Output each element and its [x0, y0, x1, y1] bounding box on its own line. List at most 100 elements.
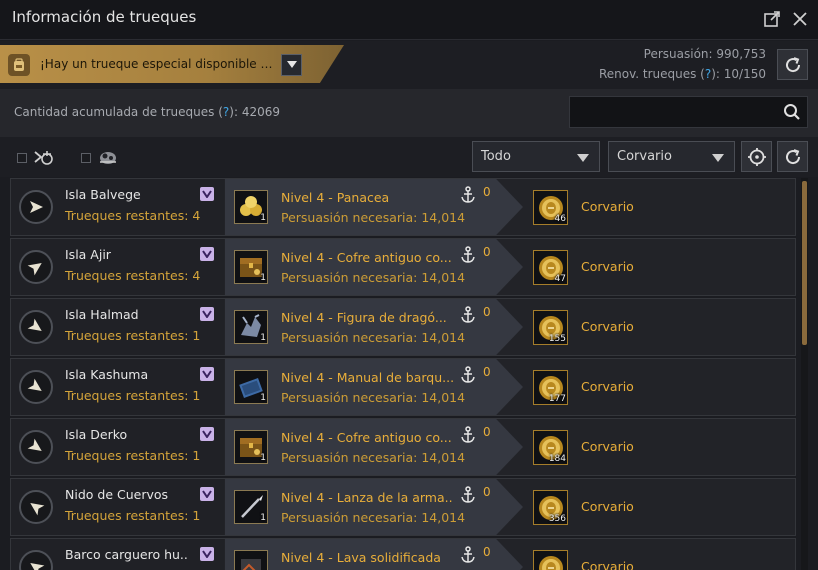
- type-select[interactable]: Todo: [472, 141, 600, 172]
- persuasion-required: Persuasión necesaria: 14,014: [281, 450, 466, 465]
- expand-badge-icon[interactable]: [200, 427, 214, 441]
- navigation-arrow-icon: [30, 201, 43, 213]
- item-name: Nivel 4 - Panacea: [281, 190, 390, 205]
- renew-barters-button[interactable]: [777, 49, 808, 80]
- search-icon[interactable]: [783, 103, 801, 125]
- item-count: 1: [260, 513, 266, 523]
- item-count: 1: [260, 273, 266, 283]
- item-slot[interactable]: 1: [234, 370, 268, 404]
- trade-item-panel: 1 Nivel 4 - Cofre antiguo co... Persuasi…: [225, 239, 523, 295]
- barter-row[interactable]: Isla Halmad Trueques restantes: 1 1 Nive…: [10, 298, 796, 356]
- expand-badge-icon[interactable]: [200, 187, 214, 201]
- item-slot[interactable]: [234, 550, 268, 570]
- item-name: Nivel 4 - Lava solidificada: [281, 550, 441, 565]
- persuasion-required: Persuasión necesaria: 14,014: [281, 330, 466, 345]
- reward-name: Corvario: [581, 439, 634, 454]
- island-cell: Isla Halmad Trueques restantes: 1: [11, 299, 224, 355]
- reward-name: Corvario: [581, 259, 634, 274]
- island-name: Nido de Cuervos: [65, 487, 169, 502]
- remaining-barters: Trueques restantes: 1: [65, 328, 201, 343]
- special-barter-banner[interactable]: ¡Hay un trueque especial disponible en .…: [0, 45, 344, 83]
- reward-count: 46: [554, 214, 566, 224]
- popout-icon[interactable]: [762, 9, 782, 29]
- reward-name: Corvario: [581, 319, 634, 334]
- reward-slot[interactable]: [533, 550, 568, 570]
- barter-info-window: Información de trueques ¡Hay un trueque …: [0, 0, 818, 570]
- anchor-count: 0: [483, 545, 491, 559]
- expand-badge-icon[interactable]: [200, 547, 214, 561]
- reward-slot[interactable]: 46: [533, 190, 568, 225]
- lava-icon: [241, 559, 261, 570]
- persuasion-required: Persuasión necesaria: 14,014: [281, 210, 466, 225]
- persuasion-required: Persuasión necesaria: 14,014: [281, 390, 466, 405]
- island-name: Isla Derko: [65, 427, 128, 442]
- remaining-barters: Trueques restantes: 1: [65, 508, 201, 523]
- filter-checkbox-1[interactable]: [17, 153, 27, 163]
- accum-label: Cantidad acumulada de trueques (: [14, 105, 223, 119]
- reward-slot[interactable]: 47: [533, 250, 568, 285]
- anchor-count: 0: [483, 425, 491, 439]
- reward-count: 177: [548, 394, 566, 404]
- reward-slot[interactable]: 356: [533, 490, 568, 525]
- reward-name: Corvario: [581, 379, 634, 394]
- crosshair-icon: [747, 147, 766, 166]
- item-slot[interactable]: 1: [234, 490, 268, 524]
- anchor-icon: [460, 366, 476, 388]
- gold-coin-icon: [539, 556, 563, 570]
- refresh-list-button[interactable]: [777, 141, 808, 172]
- reward-slot[interactable]: 177: [533, 370, 568, 405]
- item-name: Nivel 4 - Lanza de la arma...: [281, 490, 453, 505]
- expand-badge-icon[interactable]: [200, 487, 214, 501]
- locate-button[interactable]: [741, 141, 772, 172]
- barter-row[interactable]: Isla Balvege Trueques restantes: 4 1 Niv…: [10, 178, 796, 236]
- remaining-barters: Trueques restantes: 1: [65, 448, 201, 463]
- item-slot[interactable]: 1: [234, 430, 268, 464]
- navigate-button[interactable]: [19, 370, 53, 404]
- barter-row[interactable]: Nido de Cuervos Trueques restantes: 1 1 …: [10, 478, 796, 536]
- navigation-arrow-icon: [27, 262, 42, 276]
- item-slot[interactable]: 1: [234, 250, 268, 284]
- chevron-down-icon: [286, 61, 297, 68]
- search-input[interactable]: [576, 103, 766, 121]
- scrollbar-thumb[interactable]: [802, 181, 807, 345]
- navigate-button[interactable]: [19, 310, 53, 344]
- navigate-button[interactable]: [19, 190, 53, 224]
- island-cell: Isla Derko Trueques restantes: 1: [11, 419, 224, 475]
- reward-count: 184: [548, 454, 566, 464]
- close-icon[interactable]: [790, 9, 810, 29]
- region-select[interactable]: Corvario: [608, 141, 735, 172]
- navigate-button[interactable]: [19, 430, 53, 464]
- reward-name: Corvario: [581, 499, 634, 514]
- item-slot[interactable]: 1: [234, 190, 268, 224]
- banner-dropdown-button[interactable]: [281, 54, 302, 76]
- reward-slot[interactable]: 184: [533, 430, 568, 465]
- trade-item-panel: 1 Nivel 4 - Panacea Persuasión necesaria…: [225, 179, 523, 235]
- persuasion-required: Persuasión necesaria: 14,014: [281, 510, 466, 525]
- item-name: Nivel 4 - Manual de barqu...: [281, 370, 453, 385]
- reward-count: 356: [548, 514, 566, 524]
- barter-row[interactable]: Isla Kashuma Trueques restantes: 1 1 Niv…: [10, 358, 796, 416]
- anchor-count: 0: [483, 185, 491, 199]
- navigate-button[interactable]: [19, 490, 53, 524]
- special-barter-row: ¡Hay un trueque especial disponible en .…: [0, 41, 818, 89]
- barter-row[interactable]: Isla Ajir Trueques restantes: 4 1 Nivel …: [10, 238, 796, 296]
- navigate-button[interactable]: [19, 550, 53, 570]
- expand-badge-icon[interactable]: [200, 307, 214, 321]
- barter-row[interactable]: Isla Derko Trueques restantes: 1 1 Nivel…: [10, 418, 796, 476]
- persuasion-value: Persuasión: 990,753: [643, 47, 766, 61]
- island-cell: Isla Kashuma Trueques restantes: 1: [11, 359, 224, 415]
- island-name: Barco carguero hu...: [65, 547, 189, 562]
- reward-slot[interactable]: 155: [533, 310, 568, 345]
- title-bar: Información de trueques: [0, 0, 818, 40]
- special-barter-text: ¡Hay un trueque especial disponible en .…: [40, 57, 278, 71]
- expand-badge-icon[interactable]: [200, 367, 214, 381]
- item-slot[interactable]: 1: [234, 310, 268, 344]
- refresh-icon: [785, 148, 800, 164]
- navigation-arrow-icon: [27, 318, 42, 332]
- navigate-button[interactable]: [19, 250, 53, 284]
- filter-checkbox-2[interactable]: [81, 153, 91, 163]
- barter-row[interactable]: Barco carguero hu... Nivel 4 - Lava soli…: [10, 538, 796, 570]
- expand-badge-icon[interactable]: [200, 247, 214, 261]
- backpack-icon: [8, 54, 30, 76]
- search-box: [569, 96, 808, 128]
